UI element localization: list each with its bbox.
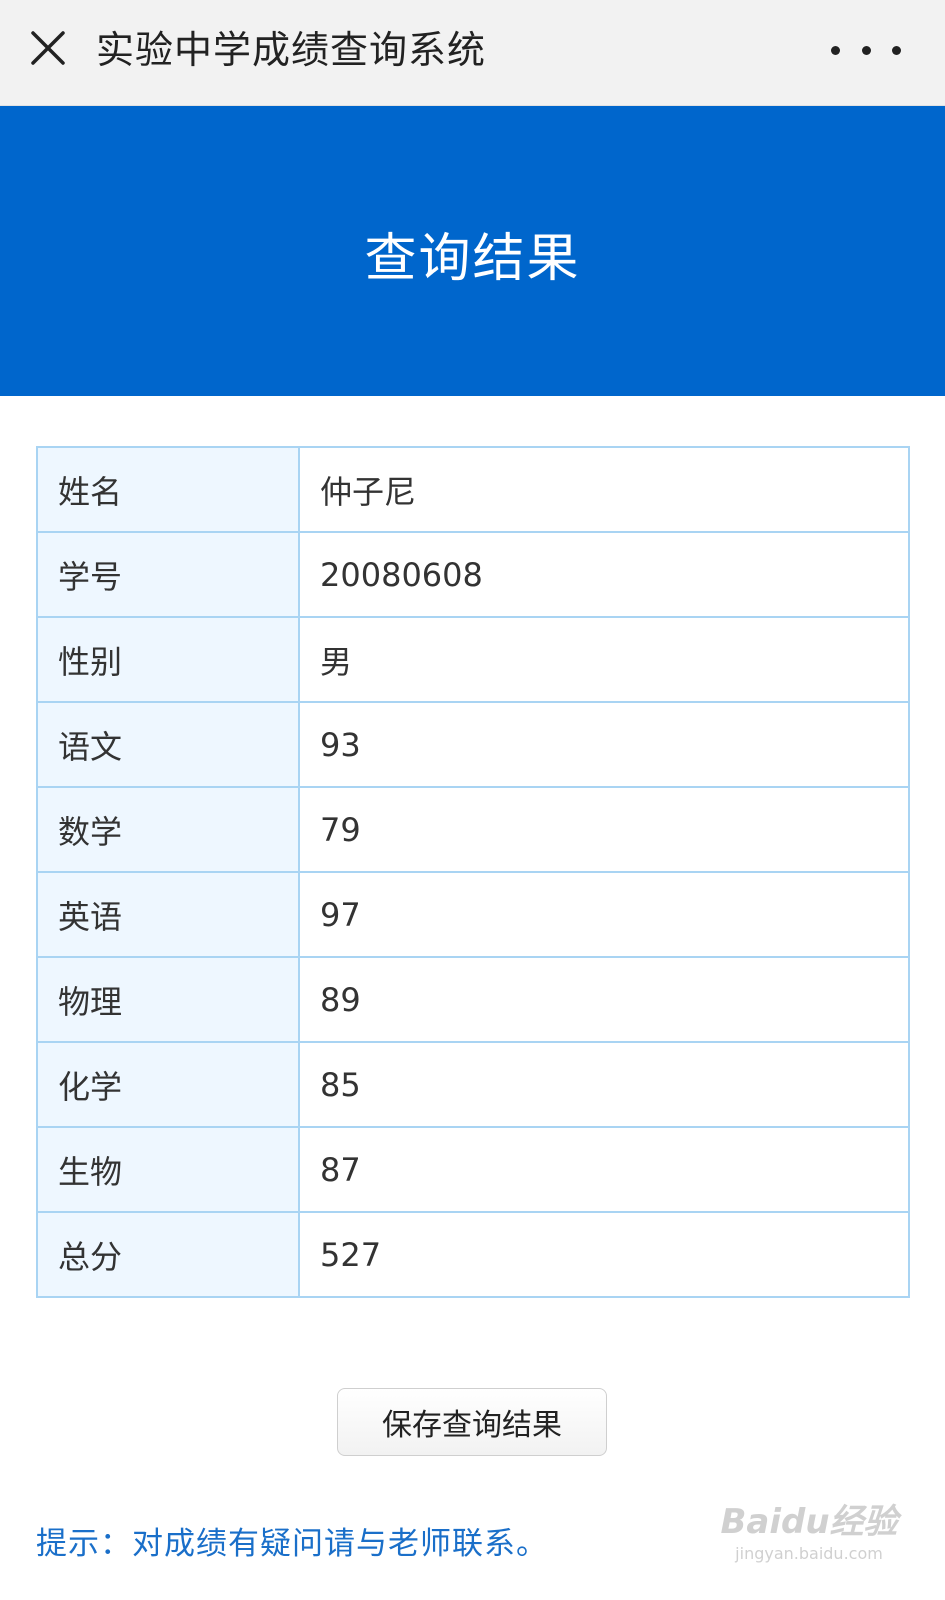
table-row-gender: 性别 男 bbox=[36, 616, 910, 703]
row-label: 学号 bbox=[36, 531, 300, 618]
row-value: 20080608 bbox=[298, 531, 910, 618]
table-row-biology: 生物 87 bbox=[36, 1126, 910, 1213]
result-banner: 查询结果 bbox=[0, 106, 945, 396]
row-label: 语文 bbox=[36, 701, 300, 788]
table-row-chinese: 语文 93 bbox=[36, 701, 910, 788]
row-value: 85 bbox=[298, 1041, 910, 1128]
table-row-student-id: 学号 20080608 bbox=[36, 531, 910, 618]
banner-title: 查询结果 bbox=[364, 228, 581, 289]
table-row-math: 数学 79 bbox=[36, 786, 910, 873]
table-row-english: 英语 97 bbox=[36, 871, 910, 958]
row-label: 化学 bbox=[36, 1041, 300, 1128]
row-label: 总分 bbox=[36, 1211, 300, 1298]
title-bar: 实验中学成绩查询系统 bbox=[0, 0, 945, 106]
row-value: 男 bbox=[298, 616, 910, 703]
table-row-physics: 物理 89 bbox=[36, 956, 910, 1043]
result-table: 姓名 仲子尼 学号 20080608 性别 男 语文 93 数学 79 英语 9… bbox=[36, 446, 910, 1298]
watermark-brand: Baidu经验 bbox=[720, 1502, 898, 1542]
close-button[interactable] bbox=[22, 22, 74, 74]
close-icon bbox=[31, 31, 65, 65]
table-row-chemistry: 化学 85 bbox=[36, 1041, 910, 1128]
more-icon bbox=[831, 45, 840, 55]
row-label: 英语 bbox=[36, 871, 300, 958]
more-button[interactable] bbox=[831, 30, 901, 70]
table-row-name: 姓名 仲子尼 bbox=[36, 446, 910, 533]
row-label: 数学 bbox=[36, 786, 300, 873]
app-title: 实验中学成绩查询系统 bbox=[96, 28, 487, 72]
row-value: 87 bbox=[298, 1126, 910, 1213]
row-value: 79 bbox=[298, 786, 910, 873]
row-label: 物理 bbox=[36, 956, 300, 1043]
table-row-total: 总分 527 bbox=[36, 1211, 910, 1298]
row-label: 姓名 bbox=[36, 446, 300, 533]
row-value: 89 bbox=[298, 956, 910, 1043]
row-value: 93 bbox=[298, 701, 910, 788]
row-value: 仲子尼 bbox=[298, 446, 910, 533]
baidu-watermark: Baidu经验 jingyan.baidu.com bbox=[719, 1500, 899, 1580]
row-label: 生物 bbox=[36, 1126, 300, 1213]
more-icon bbox=[861, 45, 871, 55]
save-results-button[interactable]: 保存查询结果 bbox=[337, 1388, 607, 1456]
watermark-url: jingyan.baidu.com bbox=[735, 1544, 883, 1563]
row-value: 527 bbox=[298, 1211, 910, 1298]
more-icon bbox=[892, 45, 901, 55]
row-label: 性别 bbox=[36, 616, 300, 703]
hint-text: 提示：对成绩有疑问请与老师联系。 bbox=[36, 1526, 548, 1562]
row-value: 97 bbox=[298, 871, 910, 958]
